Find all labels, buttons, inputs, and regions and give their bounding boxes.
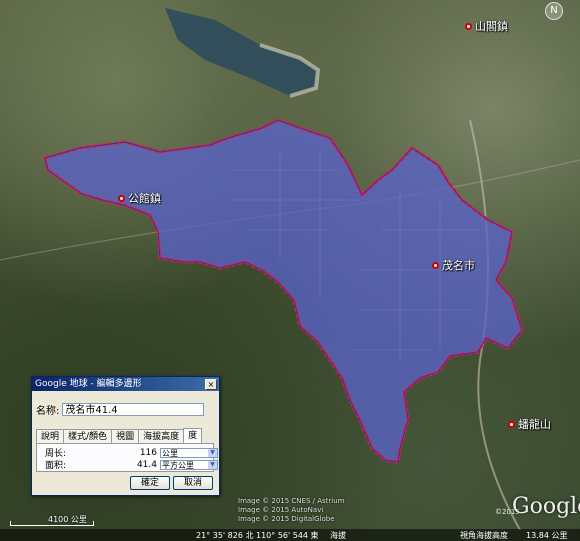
tab-measurements[interactable]: 度 — [183, 428, 203, 444]
status-view-label: 視角海拔高度 — [460, 531, 508, 540]
perimeter-unit: 公里 — [162, 448, 178, 458]
area-row: 面积: 41.4 平方公里 ▼ — [45, 458, 218, 471]
area-unit-select[interactable]: 平方公里 ▼ — [160, 459, 218, 470]
place-marker-icon — [118, 194, 125, 202]
place-label: 公館鎮 — [128, 192, 161, 205]
tab-altitude[interactable]: 海拔高度 — [138, 429, 185, 444]
reservoir — [165, 8, 318, 96]
chevron-down-icon: ▼ — [208, 448, 217, 457]
place-panlong[interactable]: 蟠龍山 — [508, 416, 551, 432]
name-row: 名称: 茂名市41.4 — [36, 402, 205, 417]
tab-style-color[interactable]: 樣式/顏色 — [63, 429, 113, 444]
name-input[interactable]: 茂名市41.4 — [62, 403, 205, 416]
place-label: 山閣鎮 — [475, 20, 508, 33]
copyright-line: Image © 2015 CNES / Astrium — [238, 497, 345, 505]
place-shange[interactable]: 山閣鎮 — [465, 18, 508, 34]
measurements-panel: 周长: 116 公里 ▼ 面积: 41.4 平方公里 ▼ — [36, 443, 218, 472]
cancel-button[interactable]: 取消 — [173, 476, 213, 490]
ok-button[interactable]: 確定 — [130, 476, 170, 490]
place-label: 蟠龍山 — [518, 418, 551, 431]
place-maoming[interactable]: 茂名市 — [432, 257, 475, 273]
copyright-line: Image © 2015 AutoNavi — [238, 506, 324, 514]
status-view-value: 13.84 公里 — [526, 531, 568, 540]
status-latitude: 21° 35' 826 北 — [196, 531, 254, 540]
tab-view[interactable]: 視圖 — [111, 429, 140, 444]
perimeter-unit-select[interactable]: 公里 ▼ — [160, 447, 218, 458]
area-value: 41.4 — [136, 459, 157, 470]
perimeter-value: 116 — [139, 447, 157, 458]
tab-description[interactable]: 說明 — [36, 429, 65, 444]
edit-polygon-dialog: Google 地球 - 編輯多邊形 × 名称: 茂名市41.4 說明 樣式/顏色… — [31, 376, 220, 496]
google-logo: Google — [512, 494, 580, 519]
compass-icon[interactable]: N — [545, 2, 563, 20]
copyright-line: Image © 2015 DigitalGlobe — [238, 515, 335, 523]
dialog-titlebar[interactable]: Google 地球 - 編輯多邊形 × — [32, 377, 219, 391]
status-elevation: 海拔 — [330, 531, 346, 540]
close-icon[interactable]: × — [205, 379, 217, 390]
area-unit: 平方公里 — [162, 460, 194, 470]
area-label: 面积: — [45, 461, 67, 471]
status-longitude: 110° 56' 544 東 — [256, 531, 319, 540]
place-gongguan[interactable]: 公館鎮 — [118, 190, 161, 206]
place-marker-icon — [508, 420, 515, 428]
name-label: 名称: — [36, 406, 60, 417]
dialog-title: Google 地球 - 編輯多邊形 — [35, 379, 142, 389]
place-marker-icon — [465, 22, 472, 30]
status-bar: 21° 35' 826 北 110° 56' 544 東 海拔 視角海拔高度 1… — [0, 529, 580, 541]
place-label: 茂名市 — [442, 259, 475, 272]
place-marker-icon — [432, 261, 439, 269]
chevron-down-icon: ▼ — [208, 460, 217, 469]
tab-strip: 說明 樣式/顏色 視圖 海拔高度 度 — [36, 428, 203, 444]
scale-label: 4100 公里 — [48, 515, 87, 524]
